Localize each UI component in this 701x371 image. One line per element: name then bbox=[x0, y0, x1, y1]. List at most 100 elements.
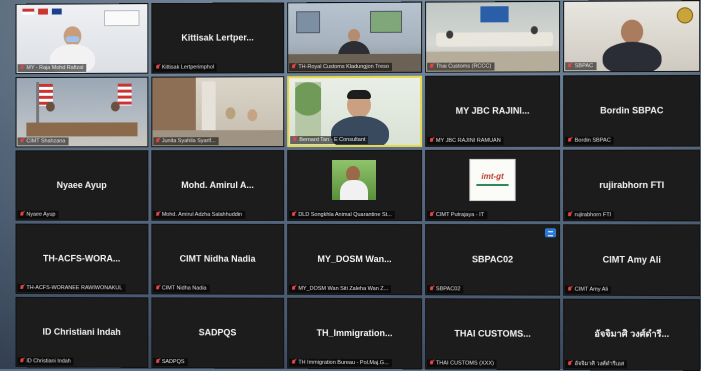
conference-table bbox=[436, 32, 553, 47]
participant-tile[interactable]: MY - Raja Mohd Rafizal bbox=[16, 3, 148, 74]
participant-tile[interactable]: Mohd. Amirul A... Mohd. Amirul Adzha Sal… bbox=[151, 150, 284, 221]
participant-head bbox=[621, 20, 643, 44]
participant-name: THAI CUSTOMS... bbox=[426, 328, 560, 339]
screen-share-icon[interactable] bbox=[545, 228, 556, 237]
participant-tile[interactable]: Junita Syahila Syarif... bbox=[151, 76, 284, 147]
curtain bbox=[201, 81, 215, 131]
participant-tile[interactable]: CIMT Shahzana bbox=[16, 77, 148, 148]
participant-label: THAI CUSTOMS (XXX) bbox=[427, 359, 497, 367]
participant-label: TH Immigration Bureau - Pol.Maj.G... bbox=[289, 359, 391, 368]
mic-muted-icon bbox=[568, 361, 573, 367]
mic-muted-icon bbox=[292, 137, 297, 143]
participant-tile[interactable]: MY_DOSM Wan... MY_DOSM Wan Siti Zaleha W… bbox=[287, 224, 422, 295]
event-banner bbox=[104, 10, 139, 26]
participant-tile[interactable]: SBPAC bbox=[564, 0, 701, 72]
face-mask bbox=[66, 36, 80, 42]
participant-label: Thai Customs (RCCC) bbox=[427, 63, 494, 71]
participant-tile[interactable]: DLD Songkhla Animal Quarantine St... bbox=[287, 150, 422, 221]
participant-name: CIMT Amy Ali bbox=[565, 254, 700, 264]
flag-icon bbox=[38, 9, 48, 15]
participant-tile[interactable]: อัจจิมาศิ วงศ์ดำรี... อัจจิมาศิ วงศ์ดำรี… bbox=[564, 299, 701, 371]
profile-body bbox=[340, 180, 368, 200]
participant-label: CIMT Putrajaya - IT bbox=[427, 211, 487, 219]
participant-name: Nyaee Ayup bbox=[17, 180, 147, 190]
video-feed bbox=[17, 4, 147, 73]
participant-name: Kittisak Lertper... bbox=[152, 32, 283, 43]
desk bbox=[26, 122, 137, 136]
participant-name: rujirabhorn FTI bbox=[565, 179, 700, 189]
participant-tile[interactable]: MY JBC RAJINI... MY JBC RAJINI RAMUAN bbox=[425, 75, 561, 147]
imt-gt-logo: imt-gt bbox=[470, 172, 514, 181]
participant-label: MY_DOSM Wan Siti Zaleha Wan Z... bbox=[289, 285, 391, 293]
participant-tile[interactable]: Kittisak Lertper... Kittisak Lertperimph… bbox=[151, 2, 284, 73]
mic-muted-icon bbox=[568, 138, 573, 144]
mic-muted-icon bbox=[155, 359, 160, 365]
participant-tile[interactable]: Nyaee Ayup Nyaee Ayup bbox=[16, 150, 148, 221]
participant-tile[interactable]: ID Christiani Indah ID Christiani Indah bbox=[16, 297, 148, 368]
mic-muted-icon bbox=[291, 360, 296, 366]
logo-stripe bbox=[476, 184, 508, 186]
participant-name: MY_DOSM Wan... bbox=[288, 253, 421, 263]
participant-label: CIMT Amy Ali bbox=[566, 286, 611, 294]
participant-head bbox=[111, 102, 120, 112]
participant-head bbox=[446, 31, 453, 39]
participant-body bbox=[603, 42, 662, 73]
participant-tile[interactable]: CIMT Amy Ali CIMT Amy Ali bbox=[564, 224, 701, 296]
mic-muted-icon bbox=[429, 212, 434, 218]
participant-label: CIMT Shahzana bbox=[18, 137, 69, 145]
flag-icon bbox=[52, 9, 62, 15]
wall-map bbox=[296, 11, 320, 33]
participant-head bbox=[247, 109, 257, 121]
mic-muted-icon bbox=[568, 212, 573, 218]
participant-tile[interactable]: TH_Immigration... TH Immigration Bureau … bbox=[287, 298, 422, 370]
mic-muted-icon bbox=[20, 212, 25, 218]
profile-picture: imt-gt bbox=[469, 159, 515, 201]
participant-tile[interactable]: TH-ACFS-WORA... TH-ACFS-WORANEE RAWIWONA… bbox=[16, 224, 148, 295]
video-feed bbox=[152, 77, 283, 146]
participant-name: SADPQS bbox=[152, 327, 283, 338]
participant-name: อัจจิมาศิ วงศ์ดำรี... bbox=[565, 326, 700, 341]
mic-muted-icon bbox=[429, 64, 434, 70]
participant-label: Bernard Tan - E Consultant bbox=[290, 136, 368, 144]
participant-name: CIMT Nidha Nadia bbox=[152, 253, 283, 263]
participant-name: TH_Immigration... bbox=[288, 327, 421, 338]
participant-tile[interactable]: Thai Customs (RCCC) bbox=[425, 1, 561, 73]
participant-label: อัจจิมาศิ วงศ์ดำรีเอส bbox=[566, 360, 628, 368]
active-speaker-tile[interactable]: Bernard Tan - E Consultant bbox=[287, 76, 422, 147]
mic-muted-icon bbox=[291, 286, 296, 292]
participant-name: MY JBC RAJINI... bbox=[426, 105, 560, 115]
participant-tile[interactable]: CIMT Nidha Nadia CIMT Nidha Nadia bbox=[151, 224, 284, 295]
participant-tile[interactable]: rujirabhorn FTI rujirabhorn FTI bbox=[564, 150, 701, 222]
profile-picture bbox=[333, 160, 377, 200]
video-feed bbox=[288, 3, 421, 73]
wall-map bbox=[370, 11, 402, 33]
video-feed bbox=[17, 78, 147, 147]
participant-tile[interactable]: SADPQS SADPQS bbox=[151, 297, 284, 368]
participant-label: CIMT Nidha Nadia bbox=[153, 284, 210, 292]
mic-muted-icon bbox=[155, 138, 160, 144]
mic-muted-icon bbox=[20, 65, 25, 71]
mic-muted-icon bbox=[568, 287, 573, 293]
participant-name: Bordin SBPAC bbox=[565, 105, 700, 115]
participant-tile[interactable]: THAI CUSTOMS... THAI CUSTOMS (XXX) bbox=[425, 298, 561, 370]
flag-icon bbox=[117, 84, 131, 106]
participant-name: Mohd. Amirul A... bbox=[152, 180, 283, 190]
participant-label: ID Christiani Indah bbox=[18, 357, 74, 365]
participant-label: MY - Raja Mohd Rafizal bbox=[18, 64, 87, 72]
participant-tile[interactable]: imt-gt CIMT Putrajaya - IT bbox=[425, 150, 561, 221]
video-feed bbox=[289, 78, 420, 145]
emblem-icon bbox=[677, 7, 693, 23]
participant-tile[interactable]: Bordin SBPAC Bordin SBPAC bbox=[564, 75, 701, 147]
wall-door bbox=[152, 78, 196, 132]
participant-name: SBPAC02 bbox=[426, 254, 560, 264]
participant-label: DLD Songkhla Animal Quarantine St... bbox=[289, 211, 394, 219]
participant-tile[interactable]: SBPAC02 SBPAC02 bbox=[425, 224, 561, 296]
wall-screen bbox=[480, 6, 508, 22]
participant-label: Junita Syahila Syarif... bbox=[153, 137, 219, 145]
participant-tile[interactable]: TH-Royal Customs Kladungjon Treso bbox=[287, 2, 422, 74]
gallery-grid: MY - Raja Mohd Rafizal Kittisak Lertper.… bbox=[16, 0, 701, 371]
mic-muted-icon bbox=[291, 212, 296, 218]
mic-muted-icon bbox=[429, 286, 434, 292]
video-feed bbox=[426, 2, 560, 72]
participant-label: Kittisak Lertperimphol bbox=[153, 63, 217, 71]
